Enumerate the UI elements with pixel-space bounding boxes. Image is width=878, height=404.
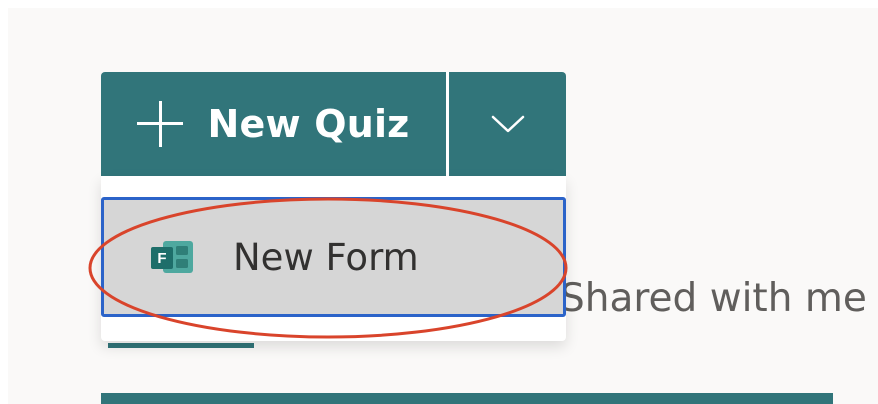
forms-app-icon: F <box>149 237 195 277</box>
tab-active-underline <box>108 343 254 348</box>
forms-icon-letter: F <box>157 250 166 267</box>
menu-item-new-form[interactable]: F New Form <box>101 197 566 317</box>
page-background: Shared with me New Quiz F New Form <box>8 8 878 404</box>
content-top-bar <box>101 393 833 404</box>
new-quiz-button[interactable]: New Quiz <box>101 72 446 176</box>
new-quiz-label: New Quiz <box>207 102 410 146</box>
plus-icon <box>137 101 184 147</box>
new-dropdown-menu: F New Form <box>101 176 566 341</box>
new-quiz-split-button: New Quiz <box>101 72 566 176</box>
chevron-down-icon <box>491 114 525 134</box>
menu-item-label: New Form <box>233 235 419 279</box>
tab-shared-with-me[interactable]: Shared with me <box>560 276 867 321</box>
new-dropdown-toggle[interactable] <box>449 72 566 176</box>
